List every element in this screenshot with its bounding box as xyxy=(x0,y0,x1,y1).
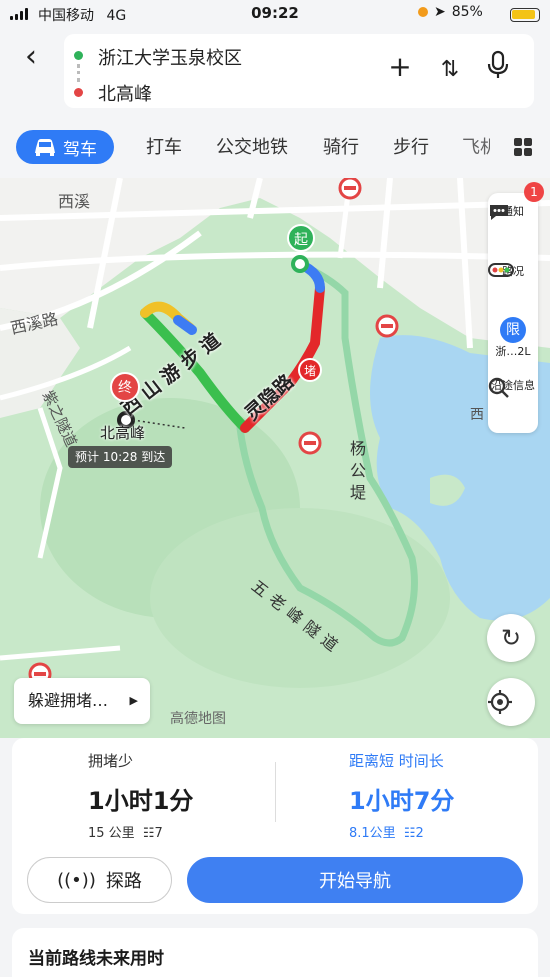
tab-bike[interactable]: 骑行 xyxy=(323,133,359,159)
along-info-button[interactable]: 沿途信息 xyxy=(488,377,538,398)
battery-icon xyxy=(510,8,540,22)
caret-right-icon: ▶ xyxy=(129,694,138,707)
future-time-title: 当前路线未来用时 xyxy=(28,949,164,969)
notice-button[interactable]: 通知 xyxy=(488,203,538,220)
traffic-light-icon xyxy=(488,263,514,277)
route-2-tag: 距离短 时间长 xyxy=(349,752,444,770)
swap-route-button[interactable]: ⇅ xyxy=(434,50,466,90)
search-icon xyxy=(488,377,509,398)
locate-me-button[interactable] xyxy=(487,678,535,726)
tab-drive-label: 驾车 xyxy=(63,139,97,160)
route-option-1[interactable]: 拥堵少 1小时1分 15 公里 ☷7 xyxy=(88,750,328,841)
route-options-panel: 拥堵少 1小时1分 15 公里 ☷7 距离短 时间长 1小时7分 8.1公里 ☷… xyxy=(12,738,538,914)
battery-percent: 85% xyxy=(451,4,483,20)
map-view[interactable]: 西溪 西溪路 紫之隧道 西山游步道 灵隐路 杨公堤 五老峰隧道 西 高德地图 起… xyxy=(0,178,550,738)
address-box: 浙江大学玉泉校区 北高峰 + ⇅ xyxy=(64,34,534,108)
traffic-light-small-icon: ☷ xyxy=(403,826,416,841)
locate-icon xyxy=(488,690,512,714)
route-option-2[interactable]: 距离短 时间长 1小时7分 8.1公里 ☷2 xyxy=(349,750,550,841)
avoid-congestion-button[interactable]: 躲避拥堵… ▶ xyxy=(14,678,150,724)
start-marker: 起 xyxy=(287,224,315,252)
tab-transit[interactable]: 公交地铁 xyxy=(216,133,288,159)
broadcast-icon: ((•)) xyxy=(57,869,96,891)
start-dot-icon xyxy=(291,255,309,273)
end-marker: 终 xyxy=(110,372,140,402)
refresh-route-button[interactable]: ↻ xyxy=(487,614,535,662)
probe-road-button[interactable]: ((•)) 探路 xyxy=(27,857,172,903)
notice-badge: 1 xyxy=(524,182,544,202)
route-search-panel: ‹ 浙江大学玉泉校区 北高峰 + ⇅ xyxy=(0,30,550,112)
congestion-marker: 堵 xyxy=(298,358,322,382)
route-1-duration: 1小时1分 xyxy=(88,787,194,815)
microphone-icon xyxy=(487,50,509,78)
status-indicators: ➤ 85% xyxy=(418,4,483,20)
eta-label: 预计 10:28 到达 xyxy=(68,446,173,468)
map-watermark: 高德地图 xyxy=(170,711,226,727)
back-button[interactable]: ‹ xyxy=(16,42,46,74)
add-waypoint-button[interactable]: + xyxy=(384,50,416,90)
status-bar: 中国移动 4G 09:22 ➤ 85% xyxy=(0,0,550,30)
tab-flight[interactable]: 飞机 xyxy=(462,133,490,159)
future-time-card: 当前路线未来用时 xyxy=(12,928,538,977)
map-label-yanggongdi: 杨公堤 xyxy=(350,439,367,502)
voice-input-button[interactable] xyxy=(482,50,514,90)
route-1-lights: 7 xyxy=(154,826,163,841)
location-arrow-icon: ➤ xyxy=(434,4,446,20)
tab-drive[interactable]: 驾车 xyxy=(16,130,114,164)
route-1-distance: 15 公里 xyxy=(88,826,135,841)
origin-dot-icon xyxy=(74,51,83,60)
destination-dot-icon xyxy=(74,88,83,97)
plate-limit-button[interactable]: 限 浙…2L xyxy=(488,317,538,359)
route-2-duration: 1小时7分 xyxy=(349,787,455,815)
origin-field[interactable]: 浙江大学玉泉校区 xyxy=(98,44,242,70)
traffic-light-small-icon: ☷ xyxy=(142,826,155,841)
start-navigation-button[interactable]: 开始导航 xyxy=(187,857,523,903)
route-1-tag: 拥堵少 xyxy=(88,752,134,770)
map-label-xixi: 西溪 xyxy=(58,192,91,211)
recording-dot-icon xyxy=(418,7,428,17)
tab-taxi[interactable]: 打车 xyxy=(146,133,182,159)
message-icon xyxy=(490,205,508,220)
route-dots-icon xyxy=(77,64,80,82)
route-1-meta: 15 公里 ☷7 xyxy=(88,822,328,841)
refresh-icon: ↻ xyxy=(500,624,522,652)
traffic-button[interactable]: 路况 xyxy=(488,263,538,279)
destination-map-label: 北高峰 xyxy=(100,424,146,442)
avoid-congestion-label: 躲避拥堵… xyxy=(28,691,109,710)
route-divider xyxy=(275,762,276,822)
plate-limit-label: 浙…2L xyxy=(495,345,531,358)
travel-mode-tabs: 驾车 打车 公交地铁 骑行 步行 飞机 xyxy=(0,112,550,178)
probe-road-label: 探路 xyxy=(105,871,142,892)
route-2-distance: 8.1公里 xyxy=(349,826,396,841)
car-icon xyxy=(35,139,55,156)
map-label-xi: 西 xyxy=(470,407,484,423)
map-tools-panel: 通知 路况 限 浙…2L 沿途信息 xyxy=(488,193,538,433)
tab-walk[interactable]: 步行 xyxy=(393,133,429,159)
route-2-lights: 2 xyxy=(415,826,424,841)
more-modes-icon[interactable] xyxy=(514,138,532,156)
route-2-meta: 8.1公里 ☷2 xyxy=(349,822,550,841)
limit-icon: 限 xyxy=(500,317,526,343)
destination-field[interactable]: 北高峰 xyxy=(98,80,152,106)
